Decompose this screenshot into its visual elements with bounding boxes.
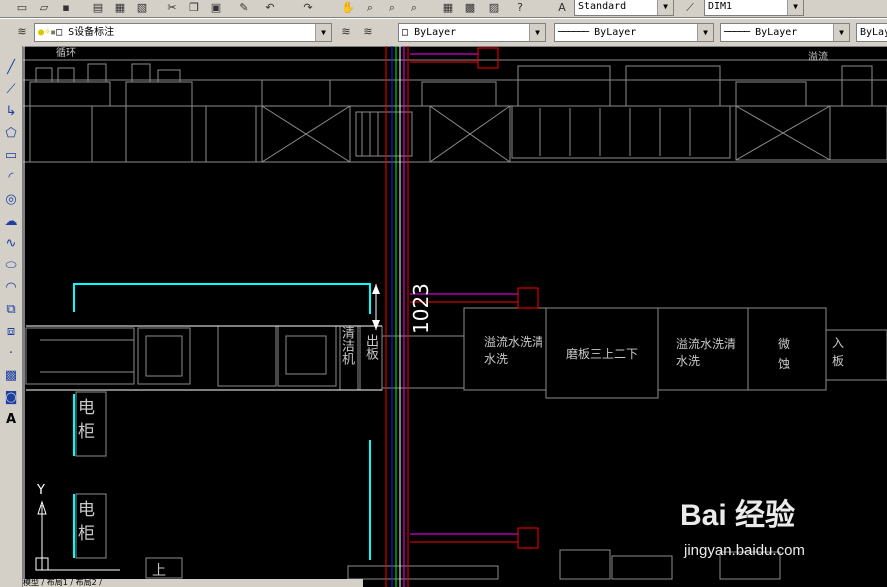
line-sample-icon: ───── <box>724 27 750 38</box>
ucs-y-axis-label: Y <box>36 483 45 498</box>
polyline-icon[interactable]: ↳ <box>3 104 19 120</box>
polygon-icon[interactable]: ⬠ <box>3 126 19 142</box>
save-icon[interactable]: ▪ <box>58 1 74 15</box>
brush-grinding-label: 磨板三上二下 <box>565 347 638 361</box>
watermark: Bai 经验 jingyan.baidu.com <box>680 490 880 570</box>
micro-etch-label: 微蚀 <box>778 337 791 371</box>
construction-line-icon[interactable]: ⟋ <box>3 82 19 98</box>
layer-name: S设备标注 <box>68 27 115 38</box>
draw-toolbar: ╱ ⟋ ↳ ⬠ ▭ ◜ ◎ ☁ ∿ ⬭ ◠ ⧉ ⧈ · ▩ ◙ A <box>0 46 23 587</box>
top-label-recycle: 循环 <box>56 46 76 59</box>
undo-icon[interactable]: ↶ <box>262 1 278 15</box>
dim-style-value: DIM1 <box>708 1 733 12</box>
paste-icon[interactable]: ▣ <box>208 1 224 15</box>
overflow-wash-label-1: 溢流水洗清水洗 <box>484 335 542 366</box>
chevron-down-icon[interactable]: ▼ <box>315 24 331 41</box>
text-style-icon: A <box>558 1 566 14</box>
ellipse-icon[interactable]: ⬭ <box>3 258 19 274</box>
chevron-down-icon[interactable]: ▼ <box>657 0 673 15</box>
board-out-label: 出板 <box>363 334 378 360</box>
layer-select[interactable]: ●☼▪□ S设备标注 ▼ <box>34 23 332 42</box>
lineweight-value: ByLayer <box>755 27 798 38</box>
make-block-icon[interactable]: ⧈ <box>3 324 19 340</box>
pan-icon[interactable]: ✋ <box>340 1 356 15</box>
redo-icon[interactable]: ↷ <box>300 1 316 15</box>
zoom-window-icon[interactable]: ⌕ <box>384 1 400 15</box>
new-file-icon[interactable]: ▭ <box>14 1 30 15</box>
chevron-down-icon[interactable]: ▼ <box>787 0 803 15</box>
overflow-wash-label-2: 溢流水洗清水洗 <box>676 337 737 368</box>
layer-manager-icon[interactable]: ≋ <box>14 25 30 39</box>
chevron-down-icon[interactable]: ▼ <box>529 24 545 41</box>
dim-style-icon: ⟋ <box>686 1 694 14</box>
chevron-down-icon[interactable]: ▼ <box>833 24 849 41</box>
cut-icon[interactable]: ✂ <box>164 1 180 15</box>
plotstyle-select[interactable]: ByLayer <box>856 23 887 42</box>
revision-cloud-icon[interactable]: ☁ <box>3 214 19 230</box>
top-label-overflow: 溢流 <box>808 50 828 63</box>
multiline-text-icon[interactable]: A <box>3 412 19 428</box>
circle-icon[interactable]: ◎ <box>3 192 19 208</box>
watermark-url: jingyan.baidu.com <box>684 542 805 559</box>
open-file-icon[interactable]: ▱ <box>36 1 52 15</box>
make-current-layer-icon[interactable]: ≋ <box>338 25 354 39</box>
plotstyle-value: ByLayer <box>860 27 887 38</box>
match-properties-icon[interactable]: ✎ <box>236 1 252 15</box>
point-icon[interactable]: · <box>3 346 19 362</box>
zoom-previous-icon[interactable]: ⌕ <box>406 1 422 15</box>
help-icon[interactable]: ? <box>512 1 528 15</box>
rectangle-icon[interactable]: ▭ <box>3 148 19 164</box>
dimension-text: 1023 <box>409 283 433 334</box>
properties-icon[interactable]: ▦ <box>440 1 456 15</box>
arc-icon[interactable]: ◜ <box>3 170 19 186</box>
text-style-select[interactable]: Standard ▼ <box>574 0 674 16</box>
linetype-value: ByLayer <box>594 27 637 38</box>
insert-block-icon[interactable]: ⧉ <box>3 302 19 318</box>
board-in-label: 入板 <box>832 336 845 368</box>
layer-color-swatch-icon: □ <box>56 27 63 38</box>
zoom-realtime-icon[interactable]: ⌕ <box>362 1 378 15</box>
dim-style-select[interactable]: DIM1 ▼ <box>704 0 804 16</box>
linetype-select[interactable]: ────── ByLayer ▼ <box>554 23 714 42</box>
chevron-down-icon[interactable]: ▼ <box>697 24 713 41</box>
layers-properties-toolbar: ≋ ●☼▪□ S设备标注 ▼ ≋ ≋ □ ByLayer ▼ ────── By… <box>0 18 887 47</box>
ellipse-arc-icon[interactable]: ◠ <box>3 280 19 296</box>
electric-cabinet-label-1: 电柜 <box>78 398 95 442</box>
publish-icon[interactable]: ▧ <box>134 1 150 15</box>
watermark-brand: Bai 经验 <box>680 499 796 532</box>
line-sample-icon: ────── <box>558 27 589 38</box>
layout-tabs-text: 模型 / 布局1 / 布局2 / <box>23 579 102 587</box>
plot-preview-icon[interactable]: ▦ <box>112 1 128 15</box>
print-icon[interactable]: ▤ <box>90 1 106 15</box>
standard-toolbar: ▭ ▱ ▪ ▤ ▦ ▧ ✂ ❐ ▣ ✎ ↶ ↷ ✋ ⌕ ⌕ ⌕ ▦ ▩ ▨ ? … <box>0 0 887 18</box>
lineweight-select[interactable]: ───── ByLayer ▼ <box>720 23 850 42</box>
electric-cabinet-label-2: 电柜 <box>78 500 95 544</box>
design-center-icon[interactable]: ▩ <box>462 1 478 15</box>
line-icon[interactable]: ╱ <box>3 60 19 76</box>
small-up-label: 上 <box>152 563 166 579</box>
cleaning-machine-label: 清洁机 <box>339 326 354 365</box>
region-icon[interactable]: ◙ <box>3 390 19 406</box>
text-style-value: Standard <box>578 1 627 12</box>
hatch-icon[interactable]: ▩ <box>3 368 19 384</box>
layer-previous-icon[interactable]: ≋ <box>360 25 376 39</box>
color-value: ByLayer <box>414 27 457 38</box>
copy-icon[interactable]: ❐ <box>186 1 202 15</box>
color-swatch-icon: □ <box>402 27 409 38</box>
layout-tabs[interactable]: 模型 / 布局1 / 布局2 / <box>23 579 363 587</box>
color-select[interactable]: □ ByLayer ▼ <box>398 23 546 42</box>
spline-icon[interactable]: ∿ <box>3 236 19 252</box>
tool-palettes-icon[interactable]: ▨ <box>486 1 502 15</box>
